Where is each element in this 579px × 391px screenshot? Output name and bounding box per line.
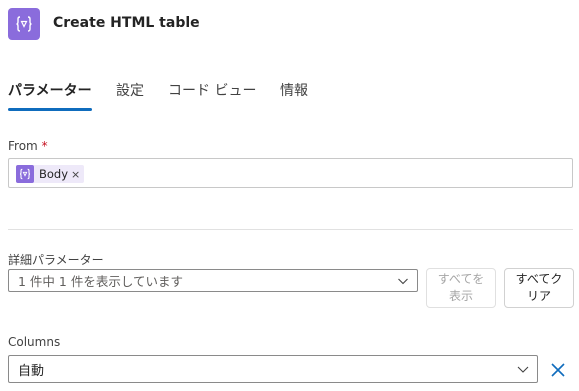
- tab-code-view[interactable]: コード ビュー: [168, 80, 256, 100]
- clear-all-button[interactable]: すべてク リア: [504, 268, 574, 308]
- token-label: Body: [39, 167, 69, 181]
- remove-columns-icon[interactable]: [548, 360, 568, 380]
- from-label-text: From: [8, 139, 38, 153]
- tab-about[interactable]: 情報: [280, 80, 308, 100]
- variable-expression-icon: [16, 165, 34, 183]
- action-icon: [8, 8, 40, 40]
- token-remove-icon[interactable]: ×: [71, 168, 80, 181]
- required-mark: *: [41, 139, 48, 153]
- show-all-line2: 表示: [448, 289, 473, 303]
- show-all-button[interactable]: すべてを 表示: [426, 268, 496, 308]
- advanced-parameters-value: 1 件中 1 件を表示しています: [18, 274, 183, 289]
- from-label: From *: [8, 139, 48, 153]
- columns-dropdown[interactable]: 自動: [8, 355, 538, 383]
- clear-all-line1: すべてク: [515, 272, 563, 286]
- tab-parameters[interactable]: パラメーター: [8, 80, 92, 100]
- advanced-parameters-label: 詳細パラメーター: [8, 253, 104, 267]
- active-tab-indicator: [8, 108, 92, 111]
- chevron-down-icon: [393, 271, 413, 291]
- columns-label: Columns: [8, 335, 61, 349]
- advanced-parameters-dropdown[interactable]: 1 件中 1 件を表示しています: [8, 269, 418, 292]
- tab-settings[interactable]: 設定: [116, 80, 144, 100]
- clear-all-line2: リア: [526, 289, 551, 303]
- section-divider: [8, 229, 573, 230]
- body-token[interactable]: Body ×: [16, 165, 85, 183]
- action-title: Create HTML table: [53, 15, 200, 31]
- chevron-down-icon: [513, 359, 533, 379]
- columns-value: 自動: [18, 363, 45, 379]
- from-input[interactable]: Body ×: [8, 158, 573, 188]
- show-all-line1: すべてを: [437, 272, 485, 286]
- variable-expression-icon: [16, 16, 32, 32]
